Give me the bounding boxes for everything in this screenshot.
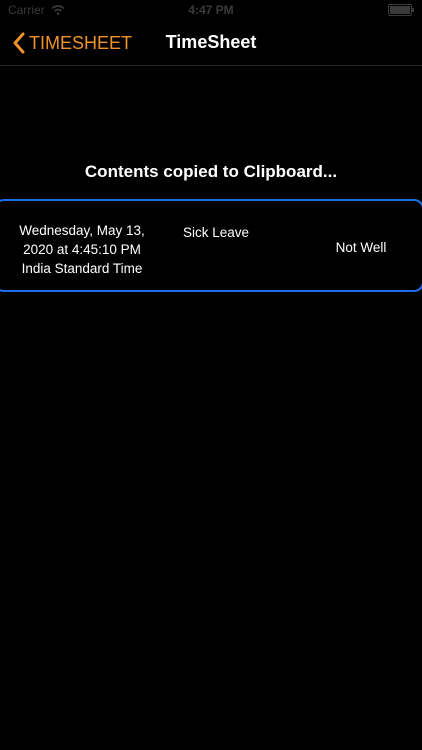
navigation-bar: TIMESHEET TimeSheet xyxy=(0,20,422,66)
clipboard-toast: Contents copied to Clipboard... xyxy=(84,162,338,181)
status-bar: Carrier 4:47 PM xyxy=(0,0,422,20)
entry-reason: Not Well xyxy=(335,240,387,255)
battery-icon xyxy=(388,4,414,16)
entry-date: Wednesday, May 13, 2020 at 4:45:10 PM In… xyxy=(8,221,156,278)
entry-date-line: 2020 at 4:45:10 PM xyxy=(23,242,141,257)
entry-date-line: India Standard Time xyxy=(21,261,143,276)
timesheet-entry-row[interactable]: Wednesday, May 13, 2020 at 4:45:10 PM In… xyxy=(0,199,422,292)
entry-leave-type: Sick Leave xyxy=(182,225,250,240)
status-time: 4:47 PM xyxy=(188,3,234,17)
entry-date-line: Wednesday, May 13, xyxy=(19,223,145,238)
page-title: TimeSheet xyxy=(165,32,257,52)
